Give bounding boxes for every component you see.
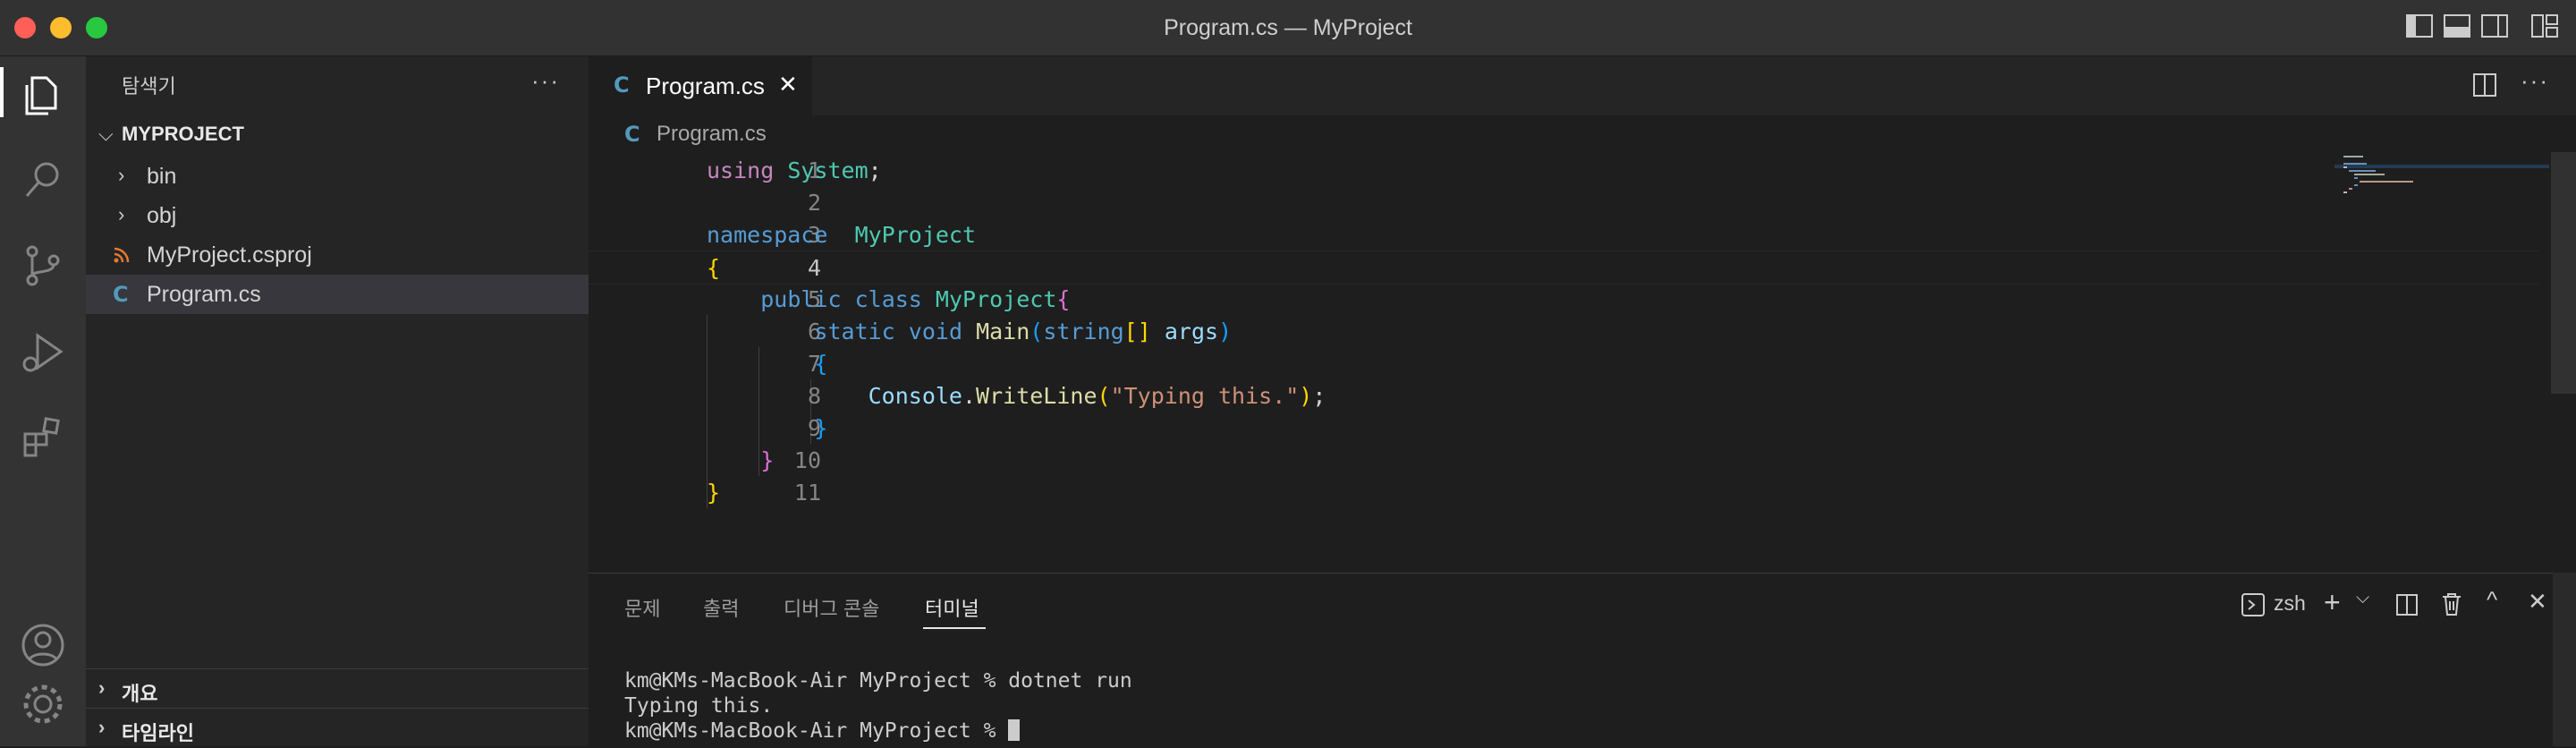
new-terminal-icon[interactable]: +: [2324, 586, 2341, 619]
terminal-icon[interactable]: [2241, 593, 2265, 616]
toggle-primary-sidebar-icon[interactable]: [2406, 14, 2433, 38]
split-terminal-icon[interactable]: [2395, 593, 2419, 616]
chevron-down-icon[interactable]: ⌵: [2356, 588, 2369, 608]
project-section-header[interactable]: MYPROJECT: [122, 123, 244, 146]
editor-tab-bar: C Program.cs ✕ ···: [589, 56, 2576, 117]
minimap[interactable]: [2334, 152, 2549, 206]
tree-item-bin[interactable]: › bin: [86, 157, 589, 196]
explorer-sidebar: 탐색기 ··· ⌵ MYPROJECT › bin › obj MyProjec…: [86, 56, 589, 746]
active-indicator: [0, 67, 4, 117]
terminal-line: km@KMs-MacBook-Air MyProject % dotnet ru…: [624, 669, 1132, 693]
tree-item-program-cs[interactable]: C Program.cs: [86, 275, 589, 314]
code-line: 3 namespace MyProject: [707, 222, 977, 248]
activity-bar: [0, 56, 86, 746]
editor-scrollbar[interactable]: [2551, 152, 2576, 394]
tree-item-label: obj: [147, 203, 177, 228]
search-icon[interactable]: [18, 155, 68, 205]
split-editor-icon[interactable]: [2472, 72, 2497, 98]
tab-program-cs[interactable]: C Program.cs ✕: [589, 56, 812, 117]
extensions-icon[interactable]: [18, 412, 68, 463]
chevron-right-icon: ›: [98, 676, 106, 699]
code-line: 7 {: [807, 351, 828, 377]
terminal-prompt-line: km@KMs-MacBook-Air MyProject %: [624, 718, 1132, 744]
trash-icon[interactable]: [2440, 591, 2463, 616]
csharp-icon: C: [113, 282, 129, 307]
explorer-icon[interactable]: [18, 69, 68, 119]
code-line: 6 static void Main(string[] args): [807, 319, 1233, 344]
shell-name[interactable]: zsh: [2274, 591, 2306, 616]
chevron-right-icon: ›: [98, 716, 106, 738]
maximize-panel-icon[interactable]: ^: [2487, 586, 2497, 614]
code-line: 10 }: [760, 447, 821, 473]
title-bar: Program.cs — MyProject: [0, 0, 2576, 56]
tab-output[interactable]: 출력: [703, 593, 739, 622]
code-line-current: 4{: [589, 251, 2538, 285]
csharp-icon: C: [614, 72, 630, 98]
tab-problems[interactable]: 문제: [624, 593, 660, 622]
timeline-section[interactable]: › 타임라인: [86, 708, 589, 748]
sidebar-more-actions-icon[interactable]: ···: [531, 67, 560, 95]
tree-item-csproj[interactable]: MyProject.csproj: [86, 235, 589, 275]
terminal-cursor: [1008, 719, 1021, 741]
source-control-icon[interactable]: [18, 241, 68, 291]
terminal-output[interactable]: km@KMs-MacBook-Air MyProject % dotnet ru…: [624, 668, 1132, 744]
tree-item-label: MyProject.csproj: [147, 242, 312, 268]
editor-more-actions-icon[interactable]: ···: [2521, 67, 2549, 95]
code-line: 9 }: [807, 415, 828, 441]
customize-layout-icon[interactable]: [2531, 14, 2558, 38]
code-line: 11}: [707, 480, 821, 506]
breadcrumb-file[interactable]: Program.cs: [657, 122, 767, 147]
chevron-right-icon: ›: [118, 203, 125, 225]
code-line: 5 public class MyProject{: [760, 286, 1071, 312]
outline-section[interactable]: › 개요: [86, 668, 589, 709]
tree-item-obj[interactable]: › obj: [86, 196, 589, 235]
tree-item-label: bin: [147, 164, 177, 189]
panel-scrollbar[interactable]: [2553, 573, 2576, 746]
tab-terminal[interactable]: 터미널: [925, 593, 979, 622]
window-title: Program.cs — MyProject: [1164, 15, 1412, 40]
active-tab-indicator: [923, 627, 986, 629]
code-line: 1 using System;: [707, 157, 882, 183]
close-panel-icon[interactable]: ✕: [2528, 588, 2547, 616]
code-editor[interactable]: 1 using System; 2 3 namespace MyProject 4{…: [589, 154, 2538, 574]
tab-debug-console[interactable]: 디버그 콘솔: [784, 593, 879, 622]
tab-label: Program.cs: [646, 72, 765, 99]
terminal-line: Typing this.: [624, 694, 774, 718]
toggle-panel-icon[interactable]: [2444, 14, 2470, 38]
run-debug-icon[interactable]: [18, 327, 68, 377]
settings-gear-icon[interactable]: [18, 679, 68, 729]
chevron-right-icon: ›: [118, 164, 125, 186]
sidebar-title: 탐색기: [122, 75, 176, 98]
code-line: 2: [807, 190, 821, 216]
csharp-icon: C: [624, 122, 640, 147]
account-icon[interactable]: [18, 620, 68, 670]
toggle-secondary-sidebar-icon[interactable]: [2481, 14, 2508, 38]
close-tab-icon[interactable]: ✕: [778, 71, 798, 98]
rss-icon: [114, 247, 130, 263]
chevron-down-icon[interactable]: ⌵: [98, 123, 114, 146]
tree-item-label: Program.cs: [147, 282, 261, 307]
bottom-panel: 문제 출력 디버그 콘솔 터미널 zsh + ⌵ ^ ✕ km@KMs-MacB…: [589, 573, 2576, 747]
code-line: 8 Console.WriteLine("Typing this.");: [807, 383, 1326, 409]
